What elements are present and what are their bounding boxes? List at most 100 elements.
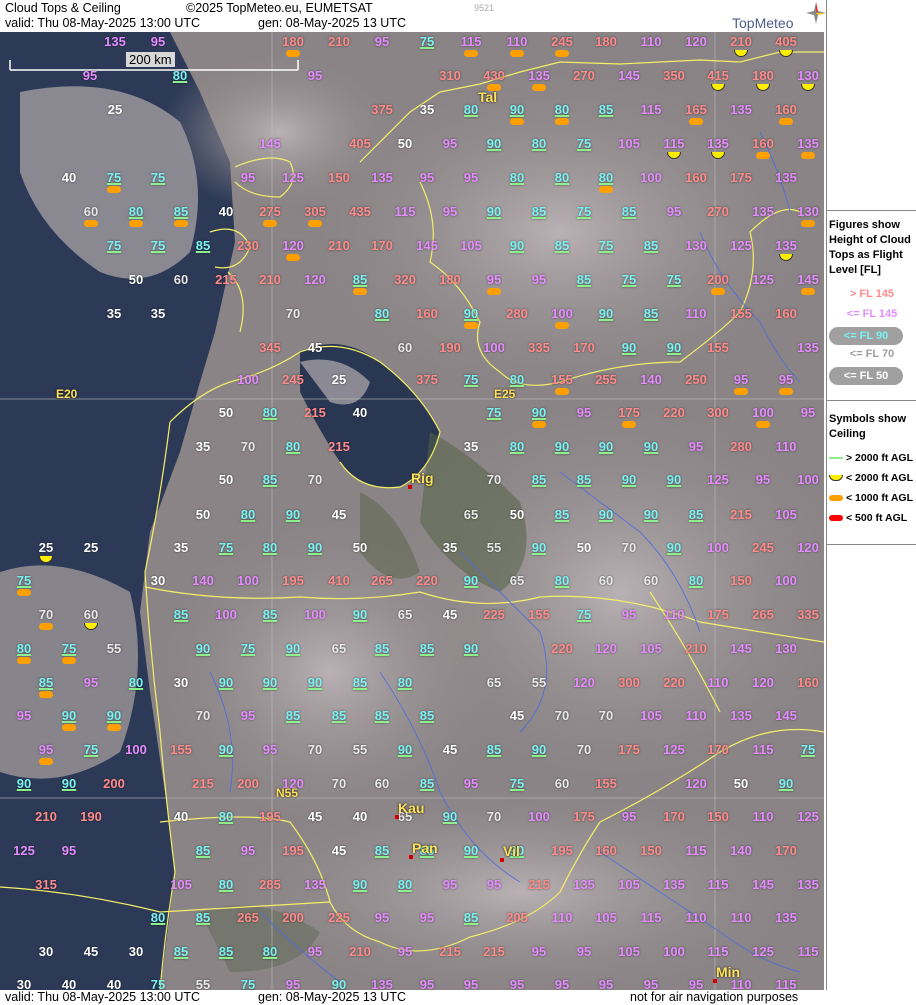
city-label: Rig (411, 470, 434, 486)
cloud-top-label: 120 (797, 540, 819, 555)
copyright: ©2025 TopMeteo.eu, EUMETSAT (186, 1, 373, 15)
cloud-top-label: 145 (730, 641, 752, 656)
cloud-top-label: 50 (352, 540, 368, 555)
cloud-top-label: 95 (643, 977, 659, 990)
cloud-top-label: 85 (643, 306, 659, 321)
cloud-top-label: 110 (506, 34, 528, 49)
cloud-top-label: 190 (439, 340, 461, 355)
legend-fl-70: <= FL 70 (849, 348, 895, 360)
cloud-top-label: 45 (307, 340, 323, 355)
cloud-top-label: 85 (262, 607, 278, 622)
cloud-top-label: 135 (797, 877, 819, 892)
cloud-top-label: 160 (752, 136, 774, 151)
legend-ceiling-1000: < 1000 ft AGL (829, 492, 913, 504)
cloud-top-label: 90 (598, 439, 614, 454)
legend-divider (827, 400, 916, 401)
cloud-top-label: 80 (598, 170, 614, 185)
cloud-top-label: 145 (618, 68, 640, 83)
cloud-top-label: 45 (442, 607, 458, 622)
footer-valid-time: valid: Thu 08-May-2025 13:00 UTC (5, 990, 201, 1004)
cloud-top-label: 375 (371, 102, 393, 117)
cloud-top-label: 265 (371, 573, 393, 588)
cloud-top-label: 95 (666, 204, 682, 219)
cloud-top-label: 80 (262, 540, 278, 555)
cloud-top-label: 80 (688, 573, 704, 588)
cloud-top-label: 160 (416, 306, 438, 321)
cloud-top-label: 160 (595, 843, 617, 858)
cloud-top-label: 245 (551, 34, 573, 49)
cloud-top-label: 90 (643, 507, 659, 522)
cloud-top-label: 90 (778, 776, 794, 791)
ceiling-orange-symbol-icon (555, 118, 569, 125)
cloud-top-label: 100 (237, 573, 259, 588)
cloud-top-label: 200 (707, 272, 729, 287)
cloud-top-label: 85 (576, 272, 592, 287)
cloud-top-label: 105 (460, 238, 482, 253)
cloud-top-label: 50 (576, 540, 592, 555)
cloud-top-label: 90 (621, 340, 637, 355)
cloud-top-label: 75 (576, 136, 592, 151)
satellite-map[interactable]: 200 km 135 95 180 210 95 75 115 110 245 180 110 120… (0, 32, 824, 990)
cloud-top-label: 50 (218, 472, 234, 487)
ceiling-orange-symbol-icon (17, 657, 31, 664)
ceiling-orange-symbol-icon (801, 288, 815, 295)
cloud-top-label: 60 (643, 573, 659, 588)
cloud-top-label: 120 (685, 34, 707, 49)
cloud-top-label: 95 (463, 776, 479, 791)
cloud-top-label: 70 (285, 306, 301, 321)
cloud-top-label: 135 (730, 708, 752, 723)
cloud-top-label: 120 (282, 238, 304, 253)
cloud-top-label: 255 (595, 372, 617, 387)
cloud-top-label: 280 (730, 439, 752, 454)
valid-time: valid: Thu 08-May-2025 13:00 UTC (5, 16, 201, 30)
ceiling-orange-symbol-icon (308, 220, 322, 227)
cloud-top-label: 80 (531, 136, 547, 151)
ceiling-orange-symbol-icon (622, 421, 636, 428)
ceiling-orange-symbol-icon (801, 152, 815, 159)
cloud-top-label: 140 (640, 372, 662, 387)
cloud-top-label: 55 (195, 977, 211, 990)
cloud-top-label: 85 (374, 641, 390, 656)
cloud-top-label: 85 (374, 708, 390, 723)
cloud-top-label: 135 (775, 170, 797, 185)
cloud-top-label: 110 (551, 910, 573, 925)
cloud-top-label: 155 (707, 340, 729, 355)
cloud-top-label: 35 (173, 540, 189, 555)
ceiling-orange-symbol-icon (555, 50, 569, 57)
cloud-top-label: 75 (150, 977, 166, 990)
cloud-top-label: 75 (486, 405, 502, 420)
cloud-top-label: 75 (83, 742, 99, 757)
cloud-top-label: 150 (328, 170, 350, 185)
cloud-top-label: 25 (38, 540, 54, 555)
cloud-top-label: 95 (733, 372, 749, 387)
cloud-top-label: 35 (106, 306, 122, 321)
cloud-top-label: 75 (150, 170, 166, 185)
cloud-top-label: 110 (730, 910, 752, 925)
cloud-top-label: 75 (106, 238, 122, 253)
cloud-top-label: 415 (707, 68, 729, 83)
cloud-top-label: 35 (195, 439, 211, 454)
cloud-top-label: 85 (38, 675, 54, 690)
cloud-top-label: 170 (663, 809, 685, 824)
cloud-top-label: 180 (752, 68, 774, 83)
cloud-top-label: 270 (573, 68, 595, 83)
cloud-top-label: 300 (618, 675, 640, 690)
cloud-top-label: 95 (598, 977, 614, 990)
cloud-top-label: 85 (352, 675, 368, 690)
footer-gen-time: gen: 08-May-2025 13 UTC (258, 990, 406, 1004)
cloud-top-label: 75 (621, 272, 637, 287)
ceiling-orange-symbol-icon (487, 288, 501, 295)
cloud-top-label: 125 (797, 809, 819, 824)
cloud-top-label: 95 (61, 843, 77, 858)
cloud-top-label: 100 (707, 540, 729, 555)
cloud-top-label: 265 (752, 607, 774, 622)
cloud-top-label: 100 (215, 607, 237, 622)
cloud-top-label: 85 (463, 910, 479, 925)
cloud-top-label: 220 (416, 573, 438, 588)
cloud-top-label: 115 (685, 843, 707, 858)
cloud-top-label: 40 (218, 204, 234, 219)
cloud-top-label: 125 (752, 944, 774, 959)
cloud-top-label: 95 (419, 170, 435, 185)
cloud-top-label: 140 (730, 843, 752, 858)
cloud-top-label: 95 (621, 607, 637, 622)
